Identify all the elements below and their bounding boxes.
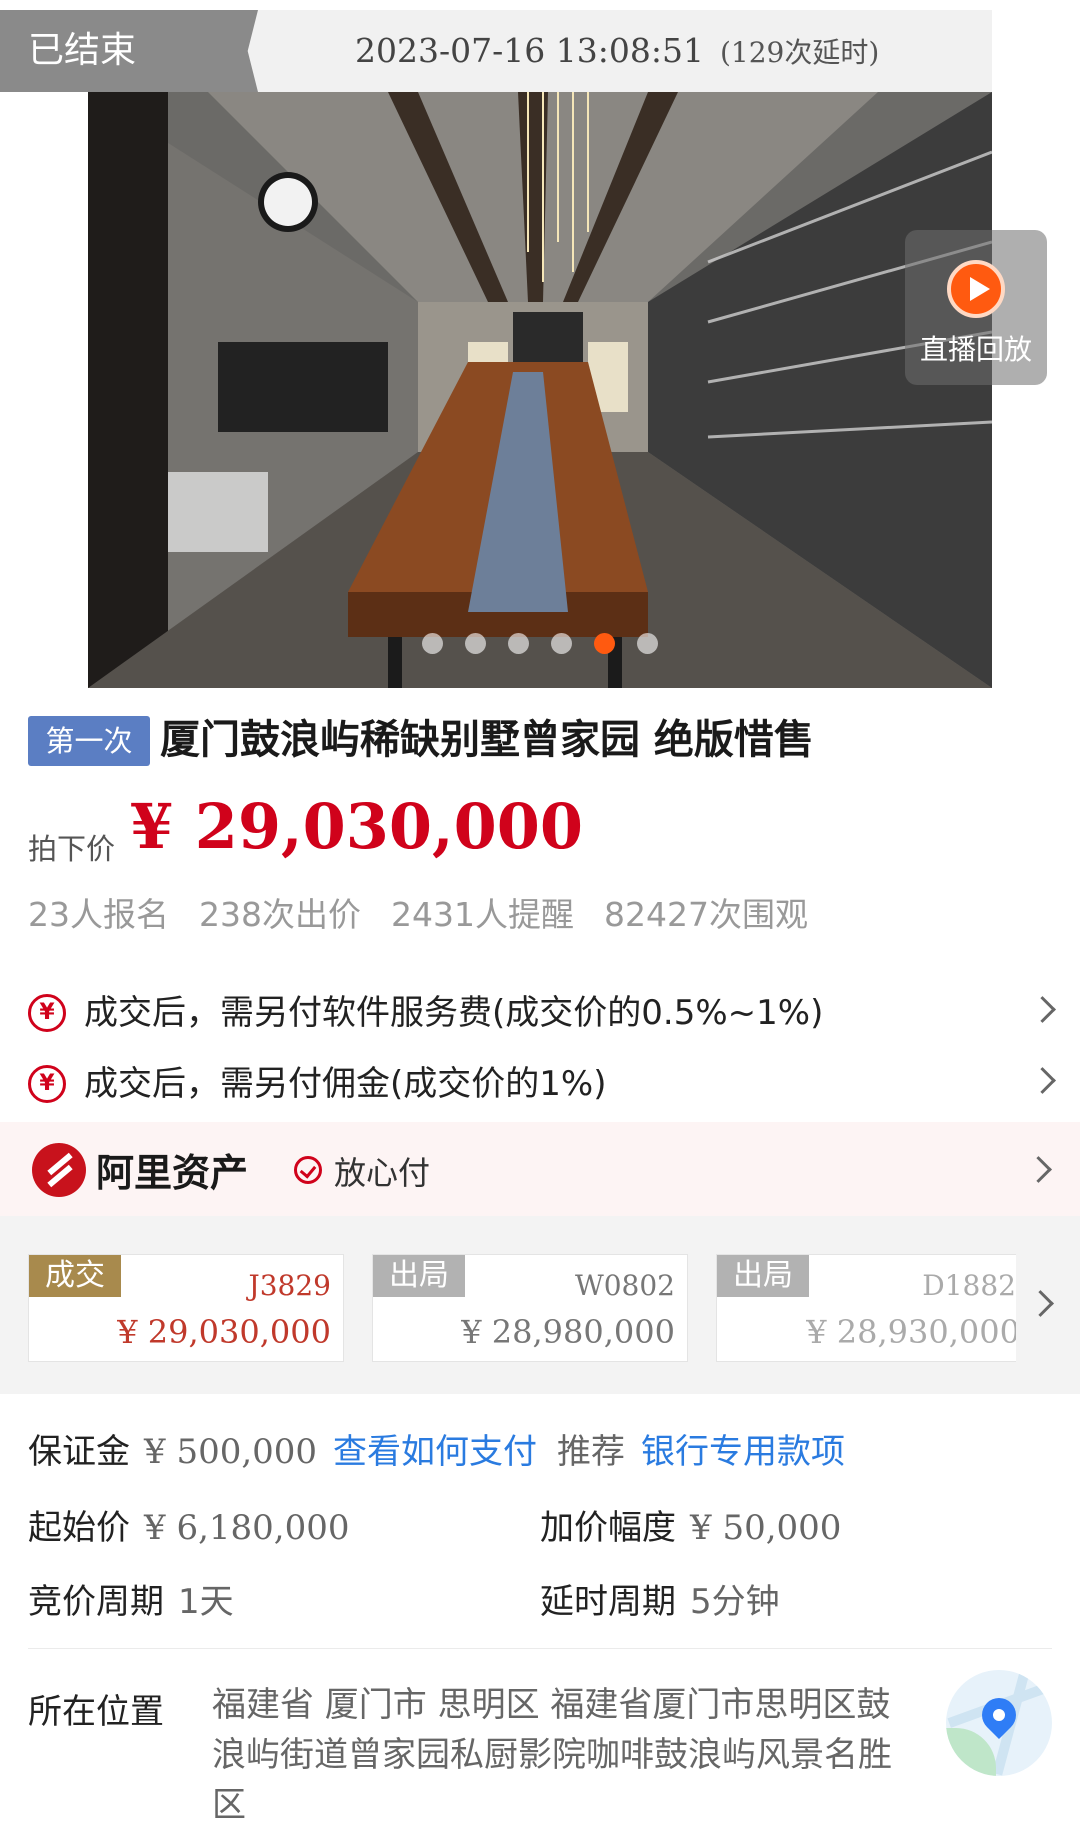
page-dot[interactable]: [551, 633, 572, 654]
chevron-right-icon: [1025, 1156, 1052, 1183]
stat-registrations: 23人报名: [28, 895, 169, 934]
start-price-row: 起始价 ¥ 6,180,000: [28, 1500, 349, 1549]
bid-card[interactable]: 成交 J3829 ¥ 29,030,000: [28, 1254, 344, 1362]
location-label: 所在位置: [28, 1692, 164, 1732]
yuan-icon: ¥: [28, 994, 66, 1032]
platform-band[interactable]: 阿里资产 放心付: [0, 1122, 1080, 1216]
price-label: 拍下价: [28, 832, 116, 866]
page-dot[interactable]: [508, 633, 529, 654]
page-dot-active[interactable]: [594, 633, 615, 654]
bid-amount: ¥ 29,030,000: [117, 1313, 331, 1351]
fee-row-service[interactable]: ¥ 成交后，需另付软件服务费(成交价的0.5%~1%): [28, 984, 1056, 1042]
status-ended-tab: 已结束: [0, 10, 258, 92]
recommend-label: 推荐: [557, 1432, 626, 1472]
bid-status-tag: 出局: [373, 1255, 465, 1297]
start-price-label: 起始价: [28, 1508, 130, 1548]
increment-label: 加价幅度: [540, 1508, 676, 1548]
fee-text: 成交后，需另付软件服务费(成交价的0.5%~1%): [84, 993, 824, 1033]
chevron-right-icon: [1029, 996, 1056, 1023]
auction-status-bar: 已结束 2023-07-16 13:08:51 (129次延时): [0, 10, 992, 92]
delay-cycle-row: 延时周期 5分钟: [540, 1574, 780, 1623]
delay-cycle-value: 5分钟: [690, 1582, 780, 1622]
live-replay-label: 直播回放: [919, 333, 1032, 366]
extension-count: (129次延时): [719, 36, 880, 69]
fee-text: 成交后，需另付佣金(成交价的1%): [84, 1064, 607, 1104]
play-icon: [947, 260, 1005, 318]
yuan-icon: ¥: [28, 1065, 66, 1103]
delay-cycle-label: 延时周期: [540, 1582, 676, 1622]
chevron-right-icon[interactable]: [1027, 1290, 1054, 1317]
bid-cycle-row: 竞价周期 1天: [28, 1574, 234, 1623]
bid-amount: ¥ 28,980,000: [461, 1313, 675, 1351]
end-time-value: 2023-07-16 13:08:51: [355, 31, 704, 70]
round-badge: 第一次: [28, 716, 150, 766]
bidder-code: J3829: [248, 1269, 331, 1302]
bank-account-link[interactable]: 银行专用款项: [641, 1432, 845, 1472]
page-dot[interactable]: [465, 633, 486, 654]
dining-room-image: [88, 92, 992, 688]
start-price-value: ¥ 6,180,000: [144, 1508, 350, 1548]
increment-row: 加价幅度 ¥ 50,000: [540, 1500, 841, 1549]
item-title: 厦门鼓浪屿稀缺别墅曾家园 绝版惜售: [160, 717, 814, 763]
hero-gallery: 已结束 2023-07-16 13:08:51 (129次延时) 直播回放: [0, 0, 1080, 688]
stat-bids: 238次出价: [199, 895, 361, 934]
stat-reminders: 2431人提醒: [391, 895, 574, 934]
title-row: 第一次 厦门鼓浪屿稀缺别墅曾家园 绝版惜售: [28, 712, 1058, 768]
bid-status-tag: 成交: [29, 1255, 121, 1297]
ali-assets-logo-icon: [32, 1143, 86, 1197]
deposit-value: ¥ 500,000: [144, 1432, 318, 1472]
assurance-label: 放心付: [334, 1154, 431, 1192]
deposit-label: 保证金: [28, 1432, 130, 1472]
check-circle-icon: [294, 1156, 322, 1184]
bidder-code: W0802: [574, 1269, 675, 1302]
chevron-right-icon: [1029, 1067, 1056, 1094]
bid-card[interactable]: 出局 W0802 ¥ 28,980,000: [372, 1254, 688, 1362]
end-time: 2023-07-16 13:08:51 (129次延时): [355, 10, 879, 92]
bid-card[interactable]: 出局 D1882 ¥ 28,930,000: [716, 1254, 1016, 1362]
divider: [28, 1648, 1052, 1649]
bid-amount: ¥ 28,930,000: [806, 1313, 1016, 1351]
map-location-icon[interactable]: [946, 1670, 1052, 1776]
fee-row-commission[interactable]: ¥ 成交后，需另付佣金(成交价的1%): [28, 1055, 1056, 1113]
location-address: 福建省 厦门市 思明区 福建省厦门市思明区鼓浪屿街道曾家园私厨影院咖啡鼓浪屿风景…: [212, 1685, 892, 1825]
bid-cycle-label: 竞价周期: [28, 1582, 164, 1622]
bid-cycle-value: 1天: [178, 1582, 234, 1622]
bidder-code: D1882: [922, 1269, 1016, 1302]
gallery-pagination: [0, 633, 1080, 654]
property-photo[interactable]: [88, 92, 992, 688]
page-dot[interactable]: [637, 633, 658, 654]
live-replay-button[interactable]: 直播回放: [905, 230, 1047, 385]
how-to-pay-link[interactable]: 查看如何支付: [333, 1432, 537, 1472]
bid-records: 成交 J3829 ¥ 29,030,000 出局 W0802 ¥ 28,980,…: [0, 1216, 1080, 1394]
bid-status-tag: 出局: [717, 1255, 809, 1297]
final-price: ¥ 29,030,000: [130, 790, 584, 863]
auction-stats: 23人报名 238次出价 2431人提醒 82427次围观: [28, 888, 838, 936]
page-dot[interactable]: [422, 633, 443, 654]
platform-name: 阿里资产: [96, 1151, 249, 1195]
deposit-row: 保证金 ¥ 500,000 查看如何支付 推荐 银行专用款项: [28, 1424, 845, 1473]
stat-views: 82427次围观: [603, 895, 808, 934]
increment-value: ¥ 50,000: [690, 1508, 842, 1548]
